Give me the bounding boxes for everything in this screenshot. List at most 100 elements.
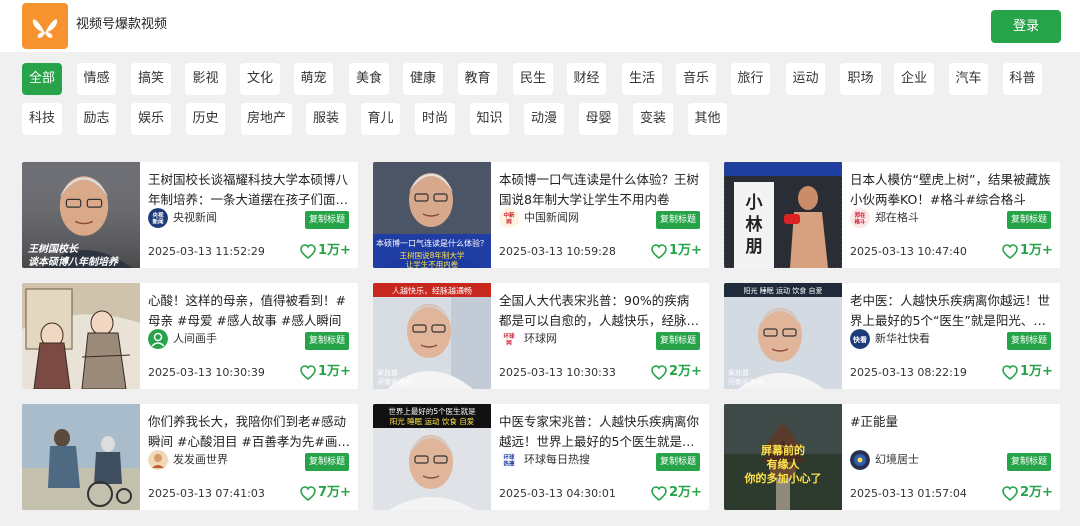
video-title[interactable]: #正能量 bbox=[850, 412, 1052, 452]
copy-title-button[interactable]: 复制标题 bbox=[656, 453, 700, 471]
svg-text:环球: 环球 bbox=[503, 332, 515, 340]
copy-title-button[interactable]: 复制标题 bbox=[1007, 332, 1051, 350]
category-tab-13[interactable]: 旅行 bbox=[731, 63, 770, 95]
video-title[interactable]: 全国人大代表宋兆普：90%的疾病都是可以自愈的，人越快乐，经脉越… bbox=[499, 291, 701, 331]
video-card[interactable]: 本硕博一口气连读是什么体验？ 王树国说8年制大学 让学生不用内卷 本硕博一口气连… bbox=[373, 162, 709, 268]
like-count-value: 1万+ bbox=[318, 364, 351, 379]
category-tab-16[interactable]: 企业 bbox=[894, 63, 934, 95]
video-thumbnail[interactable]: 阳光 睡眠 运动 饮食 自爱 宋兆普 河南省汝州 bbox=[724, 283, 842, 389]
video-card[interactable]: 人越快乐，经脉越通畅 宋兆普 河南省汝州 全国人大代表宋兆普：90%的疾病都是可… bbox=[373, 283, 709, 389]
video-card[interactable]: 王树国校长 谈本硕博八年制培养 王树国校长谈福耀科技大学本硕博八年制培养：一条大… bbox=[22, 162, 358, 268]
copy-title-button[interactable]: 复制标题 bbox=[305, 332, 349, 350]
like-count: 1万+ bbox=[651, 242, 702, 260]
video-thumbnail[interactable]: 人越快乐，经脉越通畅 宋兆普 河南省汝州 bbox=[373, 283, 491, 389]
video-thumbnail[interactable] bbox=[22, 283, 140, 389]
video-thumbnail[interactable] bbox=[22, 404, 140, 510]
category-tab-20[interactable]: 励志 bbox=[77, 103, 116, 135]
publish-date: 2025-03-13 04:30:01 bbox=[499, 487, 616, 500]
category-tab-8[interactable]: 教育 bbox=[458, 63, 497, 95]
source-name: 环球每日热搜 bbox=[524, 453, 590, 466]
video-thumbnail[interactable]: 本硕博一口气连读是什么体验？ 王树国说8年制大学 让学生不用内卷 bbox=[373, 162, 491, 268]
heart-icon bbox=[651, 485, 667, 501]
like-count: 2万+ bbox=[651, 484, 702, 502]
category-filter-bar: 全部 情感 搞笑 影视 文化 萌宠 美食 健康 教育 民生 财经 生活 音乐 旅行 运动 职场 企业 汽车 科普科技… bbox=[0, 52, 1080, 150]
category-tab-6[interactable]: 美食 bbox=[349, 63, 389, 95]
svg-text:中新: 中新 bbox=[503, 211, 515, 219]
category-tab-9[interactable]: 民生 bbox=[513, 63, 553, 95]
svg-text:阳光 睡眠 运动 饮食 自爱: 阳光 睡眠 运动 饮食 自爱 bbox=[390, 416, 475, 426]
publish-date: 2025-03-13 11:52:29 bbox=[148, 245, 265, 258]
video-card[interactable]: 世界上最好的5个医生就是 阳光 睡眠 运动 饮食 自爱 中医专家宋兆普：人越快乐… bbox=[373, 404, 709, 510]
category-tab-19[interactable]: 科技 bbox=[22, 103, 62, 135]
video-card[interactable]: 屏幕前的 有缘人 你的多加小心了 #正能量 幻境居士 复制标题 2025-03-… bbox=[724, 404, 1060, 510]
category-tab-25[interactable]: 育儿 bbox=[361, 103, 400, 135]
category-tab-7[interactable]: 健康 bbox=[403, 63, 443, 95]
video-card[interactable]: 你们养我长大，我陪你们到老#感动瞬间 #心酸泪目 #百善孝为先#画一个… 发发画… bbox=[22, 404, 358, 510]
category-tab-28[interactable]: 动漫 bbox=[524, 103, 564, 135]
video-card[interactable]: 心酸！这样的母亲，值得被看到！#母亲 #母爱 #感人故事 #感人瞬间 人间画手 … bbox=[22, 283, 358, 389]
login-button[interactable]: 登录 bbox=[991, 10, 1061, 43]
copy-title-button[interactable]: 复制标题 bbox=[656, 332, 700, 350]
video-card[interactable]: 小 林 朋 日本人模仿“壁虎上树”，结果被藏族小伙两拳KO！#格斗#综合格斗 郑… bbox=[724, 162, 1060, 268]
category-tab-24[interactable]: 服装 bbox=[306, 103, 346, 135]
like-count-value: 2万+ bbox=[669, 485, 702, 500]
like-count: 2万+ bbox=[651, 363, 702, 381]
svg-text:郑在: 郑在 bbox=[854, 211, 866, 219]
video-title[interactable]: 心酸！这样的母亲，值得被看到！#母亲 #母爱 #感人故事 #感人瞬间 bbox=[148, 291, 350, 331]
video-thumbnail[interactable]: 世界上最好的5个医生就是 阳光 睡眠 运动 饮食 自爱 bbox=[373, 404, 491, 510]
heart-icon bbox=[300, 364, 316, 380]
copy-title-button[interactable]: 复制标题 bbox=[656, 211, 700, 229]
category-tab-27[interactable]: 知识 bbox=[470, 103, 509, 135]
category-tab-5[interactable]: 萌宠 bbox=[294, 63, 333, 95]
category-tab-15[interactable]: 职场 bbox=[840, 63, 881, 95]
svg-text:央视: 央视 bbox=[152, 211, 164, 219]
category-tab-31[interactable]: 其他 bbox=[688, 103, 727, 135]
category-tab-26[interactable]: 时尚 bbox=[415, 103, 455, 135]
svg-text:谈本硕博八年制培养: 谈本硕博八年制培养 bbox=[28, 256, 120, 268]
source-name: 发发画世界 bbox=[173, 453, 228, 466]
site-title: 视频号爆款视频 bbox=[76, 17, 168, 32]
source-avatar bbox=[850, 450, 870, 470]
category-tab-21[interactable]: 娱乐 bbox=[131, 103, 171, 135]
category-tab-12[interactable]: 音乐 bbox=[676, 63, 716, 95]
category-tab-0[interactable]: 全部 bbox=[22, 63, 62, 95]
video-thumbnail[interactable]: 屏幕前的 有缘人 你的多加小心了 bbox=[724, 404, 842, 510]
svg-text:王树国说8年制大学: 王树国说8年制大学 bbox=[400, 250, 465, 260]
publish-date: 2025-03-13 07:41:03 bbox=[148, 487, 265, 500]
category-tab-17[interactable]: 汽车 bbox=[949, 63, 988, 95]
svg-text:新闻: 新闻 bbox=[152, 218, 164, 226]
copy-title-button[interactable]: 复制标题 bbox=[305, 211, 349, 229]
source-avatar bbox=[148, 450, 168, 470]
category-tab-14[interactable]: 运动 bbox=[786, 63, 825, 95]
like-count-value: 1万+ bbox=[1020, 364, 1053, 379]
video-card[interactable]: 阳光 睡眠 运动 饮食 自爱 宋兆普 河南省汝州 老中医：人越快乐疾病离你越远！… bbox=[724, 283, 1060, 389]
video-thumbnail[interactable]: 小 林 朋 bbox=[724, 162, 842, 268]
category-tab-11[interactable]: 生活 bbox=[622, 63, 662, 95]
copy-title-button[interactable]: 复制标题 bbox=[305, 453, 349, 471]
copy-title-button[interactable]: 复制标题 bbox=[1007, 453, 1051, 471]
thumb-caption: 王树国校长 bbox=[28, 243, 79, 255]
category-tab-2[interactable]: 搞笑 bbox=[131, 63, 171, 95]
category-tab-4[interactable]: 文化 bbox=[240, 63, 280, 95]
category-tab-30[interactable]: 变装 bbox=[633, 103, 673, 135]
video-title[interactable]: 你们养我长大，我陪你们到老#感动瞬间 #心酸泪目 #百善孝为先#画一个… bbox=[148, 412, 350, 452]
svg-text:网: 网 bbox=[506, 339, 512, 347]
video-title[interactable]: 中医专家宋兆普：人越快乐疾病离你越远！世界上最好的5个医生就是阳… bbox=[499, 412, 701, 452]
copy-title-button[interactable]: 复制标题 bbox=[1007, 211, 1051, 229]
like-count-value: 1万+ bbox=[669, 243, 702, 258]
category-tab-3[interactable]: 影视 bbox=[185, 63, 226, 95]
video-title[interactable]: 王树国校长谈福耀科技大学本硕博八年制培养：一条大道摆在孩子们面… bbox=[148, 170, 350, 210]
category-tab-29[interactable]: 母婴 bbox=[579, 103, 618, 135]
svg-text:你的多加小心了: 你的多加小心了 bbox=[744, 471, 822, 485]
category-tab-18[interactable]: 科普 bbox=[1003, 63, 1042, 95]
category-tab-23[interactable]: 房地产 bbox=[241, 103, 292, 135]
video-title[interactable]: 本硕博一口气连读是什么体验？王树国说8年制大学让学生不用内卷 bbox=[499, 170, 701, 210]
butterfly-logo-icon[interactable] bbox=[22, 3, 68, 49]
category-tab-22[interactable]: 历史 bbox=[186, 103, 225, 135]
video-title[interactable]: 日本人模仿“壁虎上树”，结果被藏族小伙两拳KO！#格斗#综合格斗 bbox=[850, 170, 1052, 210]
video-thumbnail[interactable]: 王树国校长 谈本硕博八年制培养 bbox=[22, 162, 140, 268]
category-tab-1[interactable]: 情感 bbox=[77, 63, 116, 95]
like-count-value: 2万+ bbox=[1020, 485, 1053, 500]
category-tab-10[interactable]: 财经 bbox=[567, 63, 606, 95]
video-title[interactable]: 老中医：人越快乐疾病离你越远！世界上最好的5个“医生”就是阳光、… bbox=[850, 291, 1052, 331]
